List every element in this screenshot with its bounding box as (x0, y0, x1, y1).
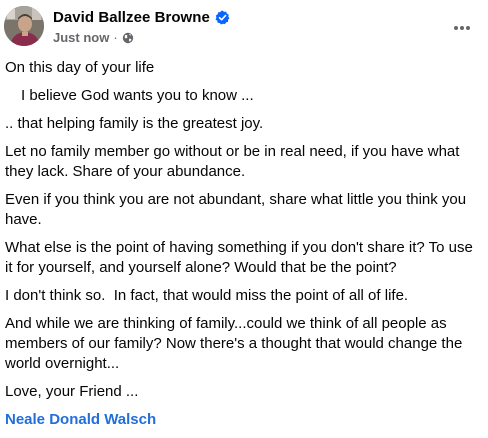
post-paragraph: Even if you think you are not abundant, … (5, 191, 471, 228)
post-paragraph: Love, your Friend ... (5, 383, 139, 400)
post-meta: Just now · (53, 29, 230, 45)
post-message: On this day of your life I believe God w… (5, 58, 479, 438)
post-paragraph: I believe God wants you to know ... (21, 87, 254, 104)
post-timestamp[interactable]: Just now (53, 30, 109, 45)
post-paragraph: On this day of your life (5, 59, 155, 76)
post-paragraph: .. that helping family is the greatest j… (5, 115, 264, 132)
post-paragraph: I don't think so. In fact, that would mi… (5, 287, 409, 304)
post-header: David Ballzee Browne Just now · (0, 0, 488, 56)
signature-link[interactable]: Neale Donald Walsch (5, 411, 156, 428)
post-paragraph: Let no family member go without or be in… (5, 143, 464, 180)
signature-paragraph: Neale Donald Walsch (5, 410, 479, 430)
meta-separator: · (113, 29, 118, 45)
author-block: David Ballzee Browne Just now · (53, 7, 230, 45)
more-options-icon (454, 26, 470, 30)
post-card: David Ballzee Browne Just now · On this … (0, 0, 488, 430)
author-avatar[interactable] (4, 6, 44, 46)
globe-icon[interactable] (122, 31, 134, 44)
verified-badge-icon (215, 10, 230, 25)
author-name[interactable]: David Ballzee Browne (53, 9, 210, 26)
profile-photo-image (4, 6, 44, 46)
post-paragraph: What else is the point of having somethi… (5, 239, 478, 276)
post-paragraph: And while we are thinking of family...co… (5, 315, 467, 372)
more-options-button[interactable] (446, 12, 478, 44)
author-row: David Ballzee Browne (53, 7, 230, 27)
